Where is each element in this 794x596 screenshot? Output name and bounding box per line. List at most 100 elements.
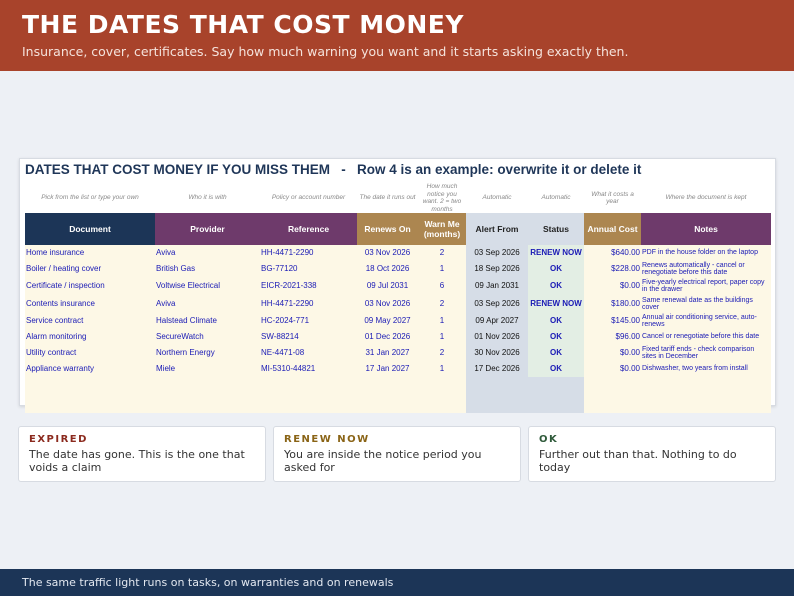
cell-alert-from: 17 Dec 2026 bbox=[466, 361, 528, 377]
legend-desc-expired: The date has gone. This is the one that … bbox=[29, 448, 245, 474]
cell-warn-me[interactable]: 1 bbox=[418, 361, 466, 377]
cell-renews-on[interactable]: 03 Nov 2026 bbox=[357, 295, 418, 313]
legend-desc-ok: Further out than that. Nothing to do tod… bbox=[539, 448, 737, 474]
cell-status: RENEW NOW bbox=[528, 295, 584, 313]
cell-document[interactable]: Service contract bbox=[25, 313, 155, 329]
hint-status: Automatic bbox=[541, 194, 571, 202]
cell-warn-me[interactable]: 1 bbox=[418, 261, 466, 277]
column-header-annual-cost[interactable]: Annual Cost bbox=[584, 213, 641, 245]
hint-alert-from: Automatic bbox=[482, 194, 512, 202]
table-row: Home insurance Aviva HH-4471-2290 03 Nov… bbox=[25, 245, 771, 261]
empty-cell[interactable] bbox=[25, 377, 155, 413]
cell-renews-on[interactable]: 01 Dec 2026 bbox=[357, 329, 418, 345]
status-legend: EXPIRED The date has gone. This is the o… bbox=[18, 426, 776, 482]
cell-renews-on[interactable]: 09 May 2027 bbox=[357, 313, 418, 329]
column-header-renews-on[interactable]: Renews On bbox=[357, 213, 418, 245]
cell-document[interactable]: Home insurance bbox=[25, 245, 155, 261]
empty-cell[interactable] bbox=[418, 377, 466, 413]
column-header-document[interactable]: Document bbox=[25, 213, 155, 245]
cell-warn-me[interactable]: 2 bbox=[418, 295, 466, 313]
cell-reference[interactable]: HC-2024-771 bbox=[260, 313, 357, 329]
empty-cell[interactable] bbox=[357, 377, 418, 413]
hint-document: Pick from the list or type your own bbox=[41, 194, 139, 202]
cell-document[interactable]: Utility contract bbox=[25, 345, 155, 361]
warn-me-line1: Warn Me bbox=[424, 219, 460, 229]
column-header-reference[interactable]: Reference bbox=[260, 213, 357, 245]
hint-renews-on: The date it runs out bbox=[359, 194, 416, 202]
cell-alert-from: 09 Jan 2031 bbox=[466, 277, 528, 295]
cell-notes[interactable]: Five-yearly electrical report, paper cop… bbox=[641, 277, 771, 295]
cell-annual-cost[interactable]: $96.00 bbox=[584, 329, 641, 345]
cell-document[interactable]: Boiler / heating cover bbox=[25, 261, 155, 277]
column-header-alert-from[interactable]: Alert From bbox=[466, 213, 528, 245]
cell-provider[interactable]: Aviva bbox=[155, 245, 260, 261]
cell-renews-on[interactable]: 09 Jul 2031 bbox=[357, 277, 418, 295]
cell-warn-me[interactable]: 2 bbox=[418, 345, 466, 361]
column-header-notes[interactable]: Notes bbox=[641, 213, 771, 245]
cell-provider[interactable]: Miele bbox=[155, 361, 260, 377]
header-banner: THE DATES THAT COST MONEY Insurance, cov… bbox=[0, 0, 794, 71]
cell-provider[interactable]: SecureWatch bbox=[155, 329, 260, 345]
cell-reference[interactable]: EICR-2021-338 bbox=[260, 277, 357, 295]
cell-notes[interactable]: Same renewal date as the buildings cover bbox=[641, 295, 771, 313]
cell-annual-cost[interactable]: $0.00 bbox=[584, 361, 641, 377]
cell-reference[interactable]: BG-77120 bbox=[260, 261, 357, 277]
cell-renews-on[interactable]: 31 Jan 2027 bbox=[357, 345, 418, 361]
dates-table: Pick from the list or type your own Who … bbox=[25, 183, 771, 413]
cell-provider[interactable]: British Gas bbox=[155, 261, 260, 277]
cell-notes[interactable]: Renews automatically - cancel or renegot… bbox=[641, 261, 771, 277]
legend-label-renew-now: RENEW NOW bbox=[284, 434, 370, 445]
cell-warn-me[interactable]: 1 bbox=[418, 313, 466, 329]
column-header-provider[interactable]: Provider bbox=[155, 213, 260, 245]
cell-annual-cost[interactable]: $640.00 bbox=[584, 245, 641, 261]
cell-reference[interactable]: NE-4471-08 bbox=[260, 345, 357, 361]
footer-text: The same traffic light runs on tasks, on… bbox=[22, 576, 394, 589]
cell-alert-from: 01 Nov 2026 bbox=[466, 329, 528, 345]
spreadsheet-panel: DATES THAT COST MONEY IF YOU MISS THEM -… bbox=[19, 158, 776, 413]
cell-notes[interactable]: Dishwasher, two years from install bbox=[641, 361, 771, 377]
table-row: Boiler / heating cover British Gas BG-77… bbox=[25, 261, 771, 277]
empty-cell[interactable] bbox=[641, 377, 771, 413]
page-subtitle: Insurance, cover, certificates. Say how … bbox=[22, 44, 629, 59]
cell-reference[interactable]: SW-88214 bbox=[260, 329, 357, 345]
cell-warn-me[interactable]: 2 bbox=[418, 245, 466, 261]
cell-annual-cost[interactable]: $228.00 bbox=[584, 261, 641, 277]
column-header-status[interactable]: Status bbox=[528, 213, 584, 245]
cell-notes[interactable]: Annual air conditioning service, auto-re… bbox=[641, 313, 771, 329]
cell-reference[interactable]: HH-4471-2290 bbox=[260, 295, 357, 313]
cell-annual-cost[interactable]: $180.00 bbox=[584, 295, 641, 313]
cell-notes[interactable]: Fixed tariff ends - check comparison sit… bbox=[641, 345, 771, 361]
cell-warn-me[interactable]: 1 bbox=[418, 329, 466, 345]
cell-notes[interactable]: Cancel or renegotiate before this date bbox=[641, 329, 771, 345]
hint-warn-me: How much notice you want. 2 = two months bbox=[422, 183, 462, 213]
empty-cell[interactable] bbox=[260, 377, 357, 413]
cell-provider[interactable]: Northern Energy bbox=[155, 345, 260, 361]
cell-notes[interactable]: PDF in the house folder on the laptop bbox=[641, 245, 771, 261]
column-header-warn-me[interactable]: Warn Me (months) bbox=[418, 213, 466, 245]
cell-provider[interactable]: Voltwise Electrical bbox=[155, 277, 260, 295]
empty-cell[interactable] bbox=[584, 377, 641, 413]
empty-cell[interactable] bbox=[155, 377, 260, 413]
cell-annual-cost[interactable]: $0.00 bbox=[584, 345, 641, 361]
cell-renews-on[interactable]: 18 Oct 2026 bbox=[357, 261, 418, 277]
cell-provider[interactable]: Halstead Climate bbox=[155, 313, 260, 329]
cell-document[interactable]: Certificate / inspection bbox=[25, 277, 155, 295]
cell-document[interactable]: Alarm monitoring bbox=[25, 329, 155, 345]
hint-notes: Where the document is kept bbox=[665, 194, 747, 202]
cell-status: OK bbox=[528, 261, 584, 277]
cell-document[interactable]: Appliance warranty bbox=[25, 361, 155, 377]
warn-me-line2: (months) bbox=[423, 229, 461, 239]
cell-document[interactable]: Contents insurance bbox=[25, 295, 155, 313]
sheet-title: DATES THAT COST MONEY IF YOU MISS THEM -… bbox=[25, 162, 642, 177]
cell-reference[interactable]: HH-4471-2290 bbox=[260, 245, 357, 261]
cell-renews-on[interactable]: 03 Nov 2026 bbox=[357, 245, 418, 261]
cell-annual-cost[interactable]: $0.00 bbox=[584, 277, 641, 295]
cell-reference[interactable]: MI-5310-44821 bbox=[260, 361, 357, 377]
page-title: THE DATES THAT COST MONEY bbox=[22, 10, 464, 39]
table-row: Alarm monitoring SecureWatch SW-88214 01… bbox=[25, 329, 771, 345]
cell-warn-me[interactable]: 6 bbox=[418, 277, 466, 295]
cell-provider[interactable]: Aviva bbox=[155, 295, 260, 313]
hint-annual-cost: What it costs a year bbox=[591, 190, 634, 206]
cell-renews-on[interactable]: 17 Jan 2027 bbox=[357, 361, 418, 377]
cell-annual-cost[interactable]: $145.00 bbox=[584, 313, 641, 329]
